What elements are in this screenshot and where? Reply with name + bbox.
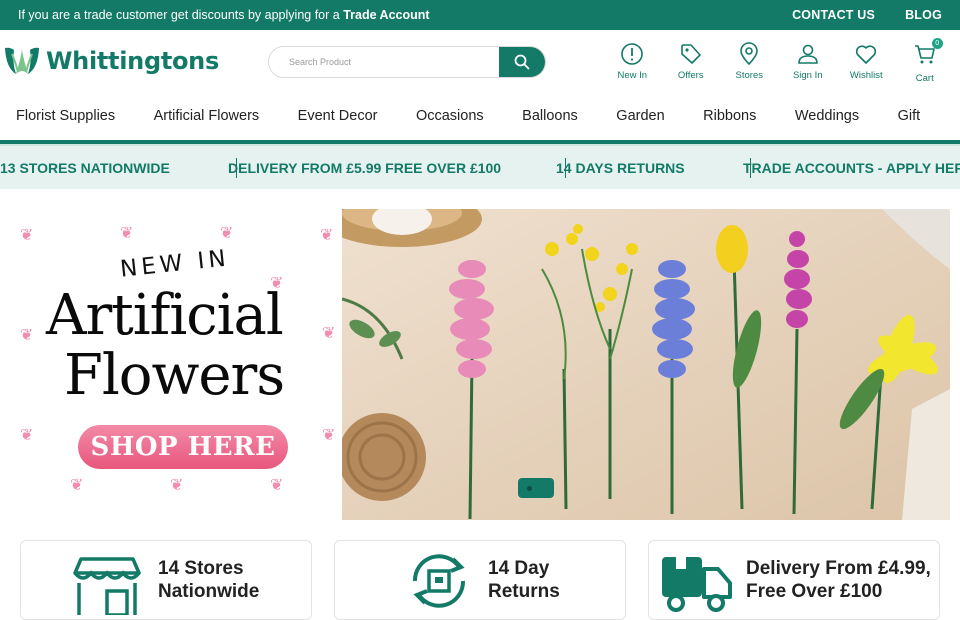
nav-item-gift[interactable]: Gift bbox=[898, 108, 921, 124]
search-input[interactable] bbox=[269, 47, 499, 77]
top-bar: If you are a trade customer get discount… bbox=[0, 0, 960, 30]
ticker-item-stores[interactable]: 13 STORES NATIONWIDE bbox=[0, 160, 170, 176]
logo-leaf-icon bbox=[5, 47, 39, 74]
sign-in-label: Sign In bbox=[792, 70, 823, 81]
wishlist-label: Wishlist bbox=[849, 70, 883, 81]
petal-decoration: ❦ bbox=[322, 325, 336, 342]
search-icon bbox=[514, 54, 530, 70]
cart-link[interactable]: 0 Cart bbox=[896, 38, 955, 84]
hero-banner: ❦ ❦ ❦ ❦ ❦ ❦ ❦ ❦ ❦ ❦ ❦ ❦ NEW IN Artificia… bbox=[0, 197, 960, 527]
trade-promo: If you are a trade customer get discount… bbox=[18, 8, 430, 22]
search-button[interactable] bbox=[499, 47, 545, 77]
hero-title-line2: Flowers bbox=[64, 343, 285, 408]
site-logo[interactable]: Whittingtons bbox=[2, 44, 219, 78]
feature-returns-line1: 14 Day bbox=[488, 558, 550, 579]
nav-item-garden[interactable]: Garden bbox=[616, 108, 664, 124]
nav-item-weddings[interactable]: Weddings bbox=[795, 108, 859, 124]
search-bar bbox=[268, 46, 546, 78]
ticker-item-trade[interactable]: TRADE ACCOUNTS - APPLY HERE bbox=[743, 160, 960, 176]
hero-kicker: NEW IN bbox=[118, 245, 231, 283]
blog-link[interactable]: BLOG bbox=[905, 8, 942, 22]
nav-item-florist-supplies[interactable]: Florist Supplies bbox=[16, 108, 115, 124]
petal-decoration: ❦ bbox=[70, 477, 84, 494]
stores-label: Stores bbox=[735, 70, 763, 81]
offers-link[interactable]: Offers bbox=[662, 42, 721, 84]
feature-stores-line1: 14 Stores bbox=[158, 558, 244, 579]
sign-in-link[interactable]: Sign In bbox=[779, 42, 838, 84]
flowers-illustration bbox=[342, 209, 950, 520]
shop-here-button[interactable]: SHOP HERE bbox=[78, 425, 288, 469]
storefront-icon bbox=[73, 557, 141, 615]
nav-item-artificial-flowers[interactable]: Artificial Flowers bbox=[154, 108, 260, 124]
petal-decoration: ❦ bbox=[20, 427, 34, 444]
petal-decoration: ❦ bbox=[20, 327, 34, 344]
trade-account-link[interactable]: Trade Account bbox=[343, 8, 429, 22]
returns-box-icon bbox=[412, 554, 466, 608]
offers-label: Offers bbox=[677, 70, 704, 81]
petal-decoration: ❦ bbox=[220, 225, 234, 242]
feature-text-returns: 14 Day Returns bbox=[488, 557, 560, 603]
petal-decoration: ❦ bbox=[120, 225, 134, 242]
user-icon bbox=[797, 44, 818, 64]
header-icons: New In Offers Stores Sign In Wishlist 0 … bbox=[603, 38, 955, 84]
stores-link[interactable]: Stores bbox=[720, 42, 779, 84]
main-nav: Florist Supplies Artificial Flowers Even… bbox=[0, 92, 960, 144]
carousel-dots[interactable] bbox=[518, 478, 554, 498]
tag-icon bbox=[680, 44, 701, 64]
feature-card-stores[interactable]: 14 Stores Nationwide bbox=[20, 540, 312, 620]
nav-item-occasions[interactable]: Occasions bbox=[416, 108, 484, 124]
hero-title-line1: Artificial bbox=[46, 283, 284, 348]
cart-label: Cart bbox=[915, 73, 934, 84]
nav-item-event-decor[interactable]: Event Decor bbox=[298, 108, 378, 124]
feature-text-stores: 14 Stores Nationwide bbox=[158, 557, 259, 603]
new-in-label: New In bbox=[617, 70, 648, 81]
feature-card-returns[interactable]: 14 Day Returns bbox=[334, 540, 626, 620]
carousel-dot-active[interactable] bbox=[527, 486, 532, 491]
nav-item-balloons[interactable]: Balloons bbox=[522, 108, 578, 124]
contact-us-link[interactable]: CONTACT US bbox=[792, 8, 875, 22]
feature-text-delivery: Delivery From £4.99, Free Over £100 bbox=[746, 557, 931, 603]
ticker-item-delivery[interactable]: DELIVERY FROM £5.99 FREE OVER £100 bbox=[228, 160, 501, 176]
delivery-truck-icon bbox=[662, 557, 732, 612]
logo-text: Whittingtons bbox=[46, 47, 219, 75]
ticker-item-returns[interactable]: 14 DAYS RETURNS bbox=[556, 160, 685, 176]
cart-icon-wrap: 0 bbox=[913, 38, 943, 73]
trade-promo-text: If you are a trade customer get discount… bbox=[18, 8, 340, 22]
new-in-link[interactable]: New In bbox=[603, 42, 662, 84]
hero-flowers-image[interactable] bbox=[342, 209, 950, 520]
heart-icon bbox=[856, 45, 877, 64]
feature-card-delivery[interactable]: Delivery From £4.99, Free Over £100 bbox=[648, 540, 940, 620]
petal-decoration: ❦ bbox=[20, 227, 34, 244]
info-circle-icon bbox=[621, 43, 644, 65]
top-links: CONTACT US BLOG bbox=[792, 8, 942, 22]
feature-delivery-line1: Delivery From £4.99, bbox=[746, 558, 931, 579]
site-header: Whittingtons New In Offers Stores Sign I… bbox=[0, 30, 960, 92]
usp-ticker: 13 STORES NATIONWIDE DELIVERY FROM £5.99… bbox=[0, 144, 960, 189]
petal-decoration: ❦ bbox=[320, 227, 334, 244]
cart-count-badge: 0 bbox=[931, 38, 943, 49]
feature-cards: 14 Stores Nationwide 14 Day Returns Deli… bbox=[20, 540, 940, 620]
petal-decoration: ❦ bbox=[322, 427, 336, 444]
nav-item-ribbons[interactable]: Ribbons bbox=[703, 108, 756, 124]
petal-decoration: ❦ bbox=[270, 477, 284, 494]
wishlist-link[interactable]: Wishlist bbox=[837, 42, 896, 84]
petal-decoration: ❦ bbox=[170, 477, 184, 494]
map-pin-icon bbox=[740, 42, 759, 66]
hero-promo-panel[interactable]: ❦ ❦ ❦ ❦ ❦ ❦ ❦ ❦ ❦ ❦ ❦ ❦ NEW IN Artificia… bbox=[16, 207, 342, 509]
